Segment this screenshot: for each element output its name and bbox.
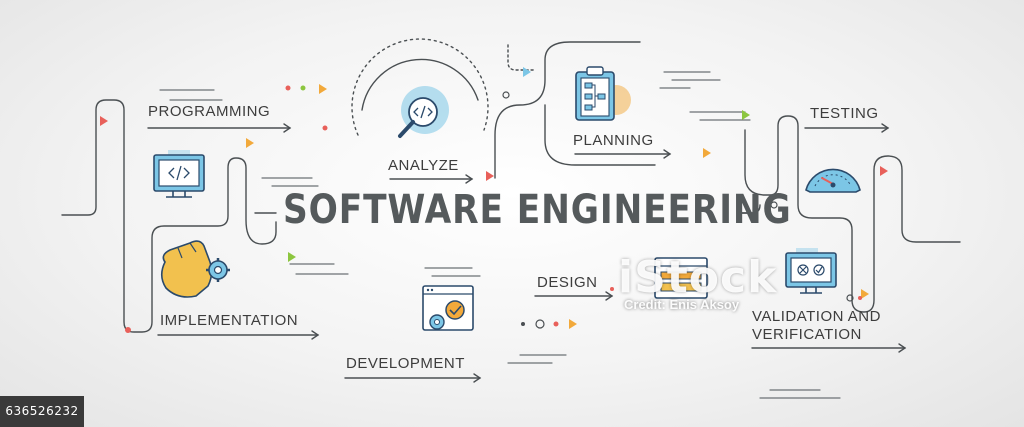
stage-label-validation-line1: VALIDATION AND [752, 308, 881, 325]
page-title: SOFTWARE ENGINEERING [283, 187, 792, 233]
speedometer-gauge-icon [805, 168, 861, 193]
magnifier-code-icon [398, 86, 449, 138]
stage-label-programming: PROGRAMMING [148, 103, 271, 120]
stage-label-planning: PLANNING [573, 132, 654, 149]
hand-gear-icon [160, 240, 230, 298]
decorative-lines [159, 71, 841, 399]
image-id-badge: 636526232 [0, 396, 84, 427]
clipboard-flowchart-icon [575, 66, 631, 121]
watermark-logo: iStock [618, 252, 778, 303]
stage-label-analyze: ANALYZE [388, 157, 459, 174]
monitor-code-icon [153, 150, 205, 198]
stage-label-development: DEVELOPMENT [346, 355, 465, 372]
stage-label-testing: TESTING [810, 105, 879, 122]
stage-label-implementation: IMPLEMENTATION [160, 312, 299, 329]
watermark-credit: Credit: Enis Aksoy [624, 297, 740, 312]
stage-label-design: DESIGN [537, 274, 598, 291]
browser-gear-check-icon [422, 285, 474, 331]
stage-label-validation-line2: VERIFICATION [752, 326, 862, 343]
monitor-check-icon [785, 248, 837, 294]
